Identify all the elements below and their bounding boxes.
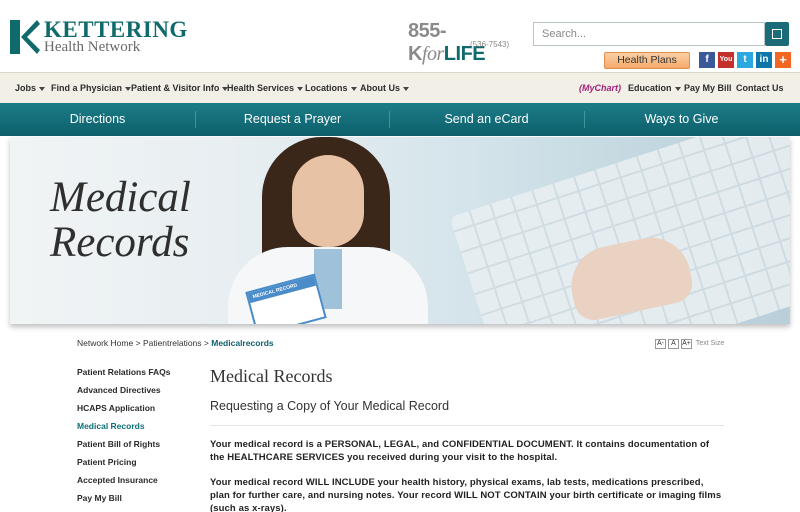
nav-mychart[interactable]: (MyChart) — [579, 83, 621, 93]
search-input[interactable]: Search... — [533, 22, 765, 46]
text-size-label: Text Size — [695, 340, 725, 347]
phone-digits: (536-7543) — [470, 40, 510, 49]
sidebar-item-pay-my-bill[interactable]: Pay My Bill — [77, 493, 197, 511]
health-plans-button[interactable]: Health Plans — [604, 52, 690, 69]
phone-for: for — [421, 43, 444, 65]
page-subtitle: Requesting a Copy of Your Medical Record — [210, 399, 724, 426]
chevron-down-icon — [297, 86, 304, 91]
sidebar-item-hcaps-application[interactable]: HCAPS Application — [77, 403, 197, 421]
nav-health-services[interactable]: Health Services — [227, 83, 304, 93]
twitter-icon[interactable]: t — [737, 52, 753, 68]
request-prayer-link[interactable]: Request a Prayer — [195, 103, 390, 136]
sidebar-item-accepted-insurance[interactable]: Accepted Insurance — [77, 475, 197, 493]
phone-number[interactable]: 855-KforLIFE (536-7543) — [408, 20, 520, 65]
hero-title-line2: Records — [50, 219, 190, 266]
phone-prefix: 855- — [408, 20, 447, 42]
hero-banner: MEDICAL RECORD Medical Records — [10, 137, 790, 324]
page-title: Medical Records — [210, 366, 333, 386]
youtube-icon[interactable]: You Tube — [718, 52, 734, 79]
nav-find-a-physician-label: Find a Physician — [51, 83, 123, 93]
text-size-increase-button[interactable]: A+ — [681, 339, 692, 349]
chevron-down-icon — [674, 86, 681, 91]
phone-k: K — [408, 43, 422, 65]
addthis-plus-icon[interactable]: + — [775, 52, 791, 68]
ways-to-give-link[interactable]: Ways to Give — [584, 103, 779, 136]
text-size-normal-button[interactable]: A — [668, 339, 679, 349]
section-sidebar: Patient Relations FAQs Advanced Directiv… — [77, 367, 197, 511]
nav-health-services-label: Health Services — [227, 83, 295, 93]
sidebar-item-patient-pricing[interactable]: Patient Pricing — [77, 457, 197, 475]
nav-education-label: Education — [628, 83, 672, 93]
main-content: Medical Records Requesting a Copy of You… — [210, 366, 724, 512]
nav-contact-us[interactable]: Contact Us — [736, 83, 784, 93]
chevron-down-icon — [39, 86, 46, 91]
send-ecard-link[interactable]: Send an eCard — [389, 103, 584, 136]
breadcrumb: Network Home > Patientrelations > Medica… — [77, 338, 274, 348]
text-size-decrease-button[interactable]: A- — [655, 339, 666, 349]
nav-about-us-label: About Us — [360, 83, 400, 93]
nav-jobs[interactable]: Jobs — [15, 83, 46, 93]
doctor-face — [292, 155, 364, 247]
nav-patient-visitor-info-label: Patient & Visitor Info — [131, 83, 220, 93]
search-icon — [772, 29, 782, 39]
logo-mark-icon — [10, 20, 40, 54]
nav-locations-label: Locations — [305, 83, 348, 93]
sidebar-item-patient-relations-faqs[interactable]: Patient Relations FAQs — [77, 367, 197, 385]
breadcrumb-current: Medicalrecords — [211, 338, 274, 348]
nav-jobs-label: Jobs — [15, 83, 37, 93]
sidebar-item-medical-records[interactable]: Medical Records — [77, 421, 197, 439]
record-contents-paragraph: Your medical record WILL INCLUDE your he… — [210, 477, 722, 512]
logo-line2: Health Network — [44, 39, 141, 55]
nav-find-a-physician[interactable]: Find a Physician — [51, 83, 132, 93]
nav-about-us[interactable]: About Us — [360, 83, 409, 93]
nav-patient-visitor-info[interactable]: Patient & Visitor Info — [131, 83, 229, 93]
breadcrumb-home[interactable]: Network Home — [77, 338, 133, 348]
linkedin-icon[interactable]: in — [756, 52, 772, 68]
hero-title-line1: Medical — [50, 174, 191, 221]
chevron-down-icon — [350, 86, 357, 91]
breadcrumb-sep: > — [135, 338, 141, 348]
intro-paragraph: Your medical record is a PERSONAL, LEGAL… — [210, 439, 710, 463]
sidebar-item-advanced-directives[interactable]: Advanced Directives — [77, 385, 197, 403]
quick-links-bar: Directions Request a Prayer Send an eCar… — [0, 103, 800, 136]
sidebar-item-patient-bill-of-rights[interactable]: Patient Bill of Rights — [77, 439, 197, 457]
kettering-logo[interactable]: KETTERING Health Network — [10, 17, 187, 57]
chevron-down-icon — [403, 86, 409, 91]
breadcrumb-level2[interactable]: Patientrelations — [143, 338, 202, 348]
breadcrumb-sep: > — [203, 338, 209, 348]
nav-locations[interactable]: Locations — [305, 83, 357, 93]
nav-education[interactable]: Education — [628, 83, 681, 93]
site-header: KETTERING Health Network 855-KforLIFE (5… — [0, 0, 800, 79]
nav-pay-my-bill[interactable]: Pay My Bill — [684, 83, 732, 93]
facebook-icon[interactable]: f — [699, 52, 715, 68]
hero-title: Medical Records — [50, 175, 191, 265]
top-navigation: Jobs Find a Physician Patient & Visitor … — [0, 72, 800, 103]
directions-link[interactable]: Directions — [0, 103, 195, 136]
text-size-controls: A- A A+ Text Size — [655, 339, 724, 349]
search-button[interactable] — [765, 22, 789, 46]
